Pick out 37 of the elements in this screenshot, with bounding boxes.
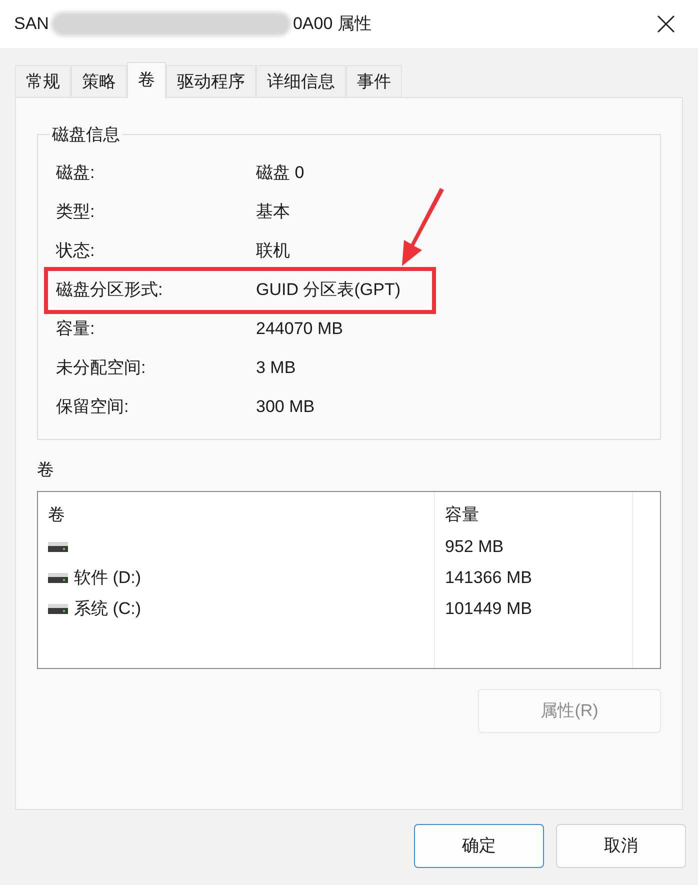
field-value: 244070 MB [256,318,343,340]
table-cell-text: 系统 (C:) [74,598,142,620]
close-icon [657,15,675,33]
dialog-button[interactable]: 取消 [556,824,686,868]
field-label: 磁盘: [56,162,96,184]
field-value: 磁盘 0 [256,162,304,184]
tab[interactable]: 驱动程序 [166,65,256,97]
table-cell-text: 952 MB [444,536,505,558]
field-label: 磁盘分区形式: [56,279,164,302]
field-label: 状态: [56,240,96,262]
field-value: 3 MB [256,357,296,380]
column-header: 容量 [444,504,480,526]
field-value: 300 MB [256,396,315,418]
table-cell-text: 软件 (D:) [74,567,142,590]
field-value: 基本 [256,201,290,224]
field-label: 容量: [56,318,96,340]
field-value: 联机 [256,240,290,262]
drive-icon [48,542,68,552]
field-value: GUID 分区表(GPT) [256,279,400,302]
group-title: 磁盘信息 [51,124,121,146]
window-title: SAN [14,13,49,36]
section-title: 卷 [37,459,55,481]
drive-icon [48,573,68,583]
tab[interactable]: 卷 [127,62,166,98]
table-cell-text: 101449 MB [444,598,533,620]
column-header: 卷 [47,504,66,526]
tab[interactable]: 策略 [71,65,127,97]
tab[interactable]: 常规 [15,65,71,97]
tab[interactable]: 事件 [346,65,402,97]
tab[interactable]: 详细信息 [256,65,346,97]
field-label: 类型: [56,201,96,224]
table-cell-text: 141366 MB [444,567,533,590]
field-label: 未分配空间: [56,357,147,380]
window-title: 0A00 属性 [292,13,372,36]
field-label: 保留空间: [56,396,130,418]
dialog-button[interactable]: 确定 [414,824,544,868]
drive-icon [48,604,68,614]
